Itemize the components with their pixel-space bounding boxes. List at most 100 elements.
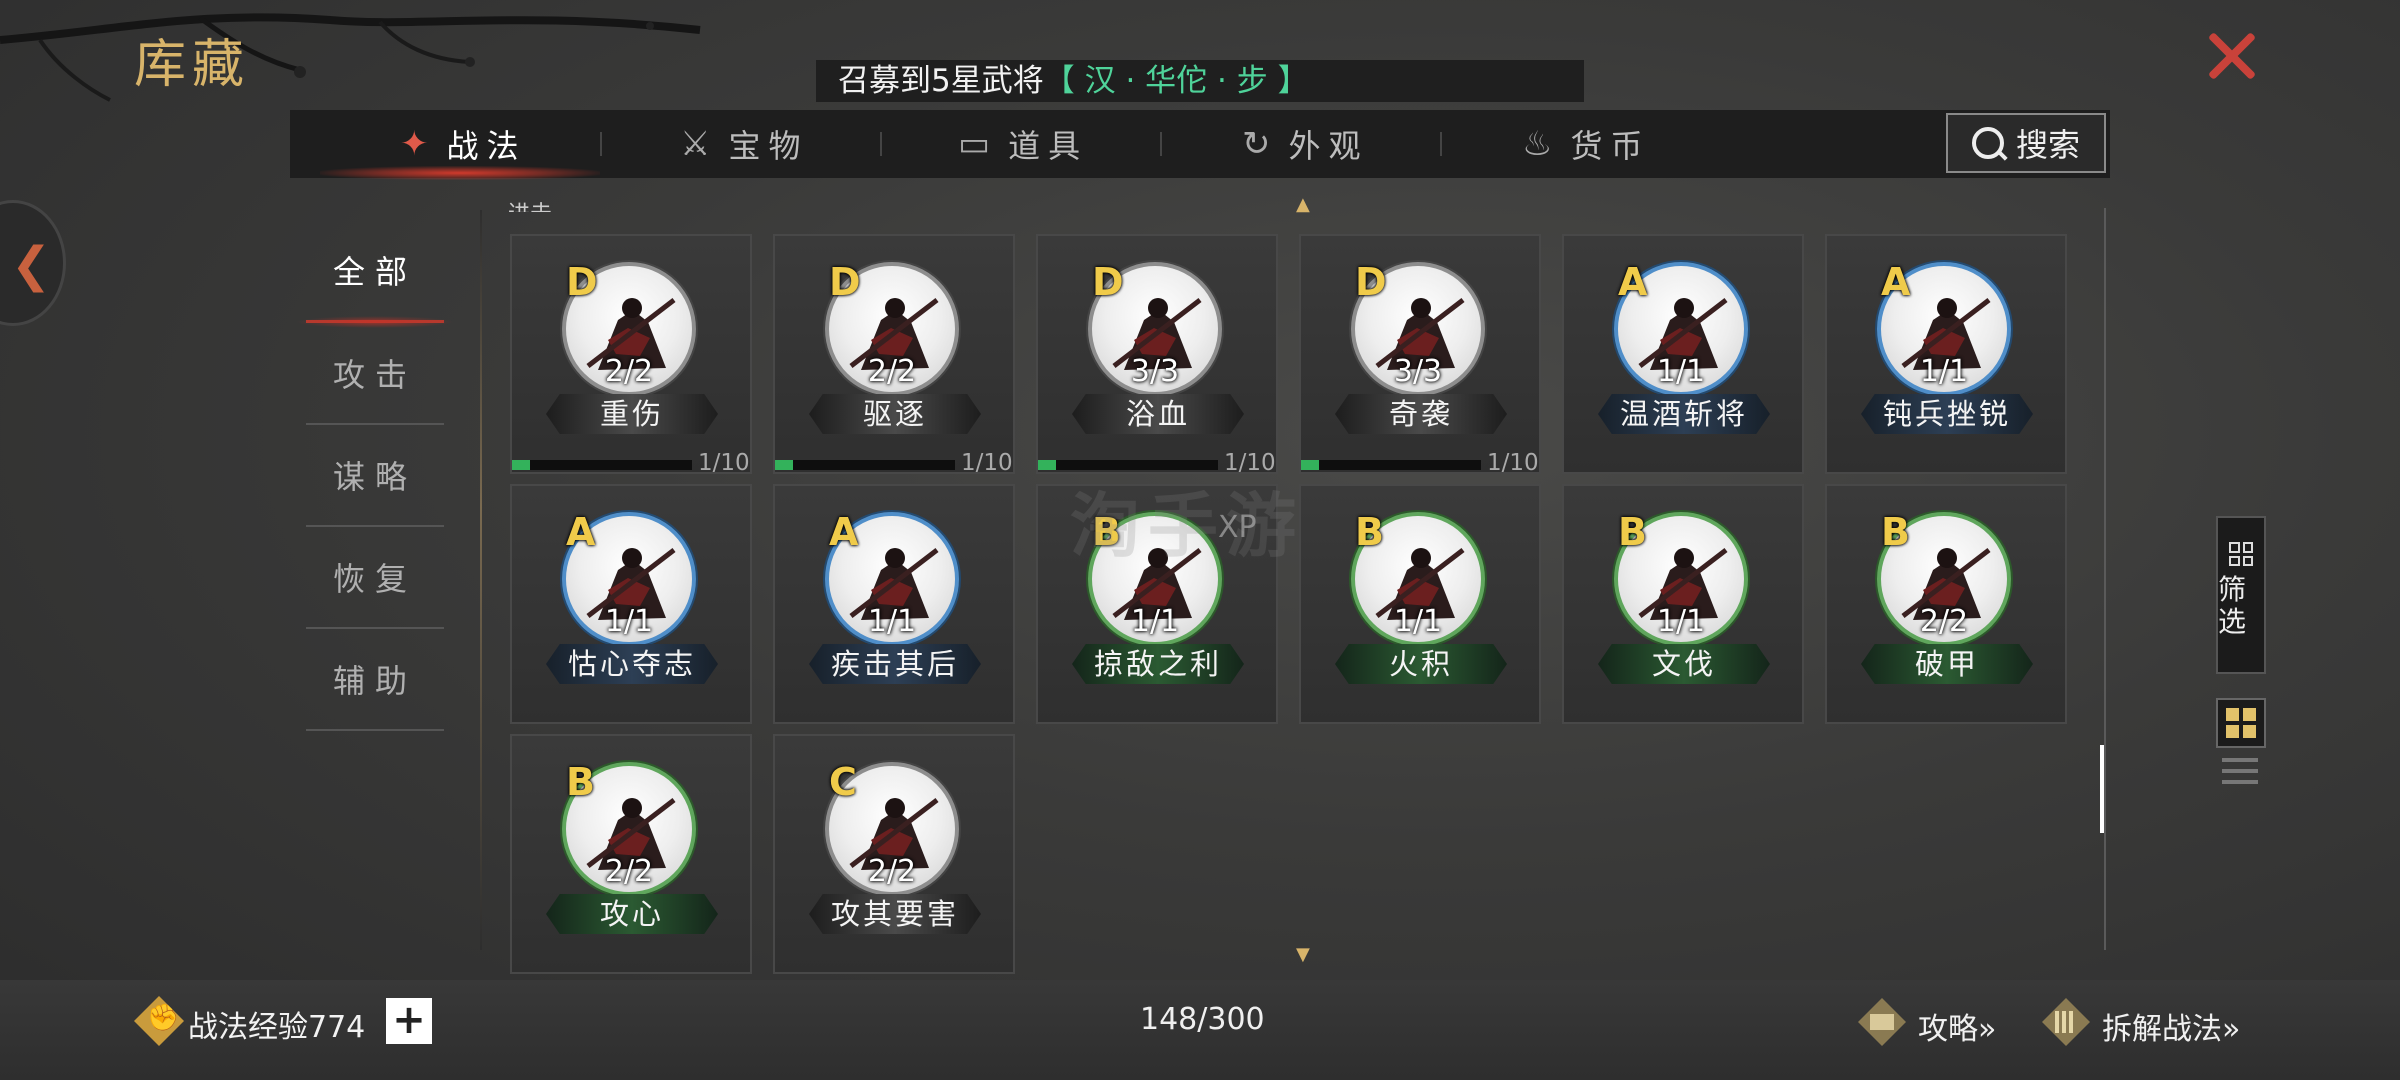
capacity-count: 148/300	[1140, 1002, 1265, 1037]
progress-fill	[1038, 460, 1056, 470]
tab-treasure[interactable]: ⚔ 宝物	[680, 110, 809, 178]
tactic-count: 2/2	[867, 854, 917, 889]
progress-bar	[1301, 460, 1481, 470]
tab-bar: ✦ 战法 ⚔ 宝物 ▭ 道具 ↻ 外观 ♨ 货币	[290, 110, 2110, 180]
progress-text: 1/10	[1487, 450, 1539, 476]
scroll-up-icon[interactable]: ▲	[1296, 194, 1310, 215]
tactic-card[interactable]: B 2/2 破甲	[1825, 484, 2067, 724]
tactic-card[interactable]: D 3/3 奇袭 1/10	[1299, 234, 1541, 476]
tab-label: 道具	[1008, 127, 1089, 165]
side-emblem-icon[interactable]: ❮	[0, 200, 66, 326]
list-view-icon[interactable]	[2222, 758, 2258, 794]
tab-label: 宝物	[728, 127, 809, 165]
tactic-count: 1/1	[1393, 604, 1443, 639]
category-all[interactable]: 全部	[296, 220, 454, 328]
grade-badge: D	[1092, 260, 1124, 304]
tactic-name: 奇袭	[1335, 394, 1507, 434]
tactic-count: 2/2	[604, 854, 654, 889]
tactic-name: 破甲	[1861, 644, 2033, 684]
tab-label: 外观	[1288, 127, 1369, 165]
category-recovery[interactable]: 恢复	[306, 527, 444, 629]
tactic-card[interactable]: A 1/1 怙心夺志	[510, 484, 752, 724]
tactic-card[interactable]: A 1/1 疾击其后	[773, 484, 1015, 724]
recruit-notice: 召募到5星武将【 汉 · 华佗 · 步 】	[816, 60, 1584, 102]
tactic-count: 2/2	[1919, 604, 1969, 639]
chest-icon: ▭	[958, 124, 999, 164]
tactic-card[interactable]: B 1/1 火积	[1299, 484, 1541, 724]
disassemble-link[interactable]: 拆解战法»	[2040, 998, 2241, 1052]
tactic-card[interactable]: D 3/3 浴血 1/10	[1036, 234, 1278, 476]
filter-label: 筛选	[2218, 573, 2247, 638]
tab-tactics[interactable]: ✦ 战法	[400, 110, 527, 178]
tab-divider	[880, 132, 882, 156]
tactic-count: 2/2	[867, 354, 917, 389]
grid-view-icon[interactable]	[2216, 698, 2266, 748]
filter-button[interactable]: 筛选	[2216, 516, 2266, 674]
tactic-card[interactable]: D 2/2 重伤 1/10	[510, 234, 752, 476]
tactic-count: 1/1	[604, 604, 654, 639]
progress-bar	[775, 460, 955, 470]
tactic-count: 1/1	[1656, 604, 1706, 639]
tactic-name: 驱逐	[809, 394, 981, 434]
grade-badge: D	[1355, 260, 1387, 304]
tab-appearance[interactable]: ↻ 外观	[1242, 110, 1369, 178]
tab-divider	[600, 132, 602, 156]
tab-divider	[1440, 132, 1442, 156]
grade-badge: A	[829, 510, 859, 554]
tactic-count: 1/1	[867, 604, 917, 639]
tactic-name: 浴血	[1072, 394, 1244, 434]
swirl-icon: ↻	[1242, 124, 1279, 164]
grade-badge: B	[1618, 510, 1647, 554]
grade-badge: A	[566, 510, 596, 554]
tactic-card[interactable]: A 1/1 温酒斩将	[1562, 234, 1804, 474]
money-bag-icon: ♨	[1522, 124, 1561, 164]
search-button[interactable]: 搜索	[1946, 113, 2106, 173]
tactic-card[interactable]: B 2/2 攻心	[510, 734, 752, 974]
tactic-card[interactable]: C 2/2 攻其要害	[773, 734, 1015, 974]
disassemble-label: 拆解战法»	[2102, 1012, 2241, 1047]
scroll-bundle-icon	[2042, 998, 2090, 1046]
tactic-count: 1/1	[1919, 354, 1969, 389]
page-title: 库藏	[134, 35, 251, 95]
tactic-name: 怙心夺志	[546, 644, 718, 684]
grade-badge: A	[1618, 260, 1648, 304]
progress-text: 1/10	[698, 450, 750, 476]
grade-badge: D	[829, 260, 861, 304]
tactic-name: 火积	[1335, 644, 1507, 684]
divider	[480, 210, 482, 950]
search-icon	[1971, 127, 2004, 159]
scrollbar-thumb[interactable]	[2100, 745, 2104, 833]
weapon-icon: ⚔	[680, 124, 719, 164]
tactic-name: 钝兵挫锐	[1861, 394, 2033, 434]
tactic-card[interactable]: A 1/1 钝兵挫锐	[1825, 234, 2067, 474]
tab-divider	[1160, 132, 1162, 156]
tactic-name: 重伤	[546, 394, 718, 434]
tab-items[interactable]: ▭ 道具	[958, 110, 1088, 178]
progress-fill	[512, 460, 530, 470]
tab-currency[interactable]: ♨ 货币	[1522, 110, 1651, 178]
book-icon	[1858, 998, 1906, 1046]
scroll-down-icon[interactable]: ▼	[1296, 944, 1310, 965]
category-attack[interactable]: 攻击	[306, 323, 444, 425]
watermark-xp: XP	[1218, 510, 1257, 545]
filter-icon	[2229, 542, 2253, 566]
progress-fill	[775, 460, 793, 470]
guide-link[interactable]: 攻略»	[1856, 998, 1997, 1052]
tactic-count: 1/1	[1656, 354, 1706, 389]
tab-label: 货币	[1570, 127, 1651, 165]
tactic-count: 3/3	[1393, 354, 1443, 389]
add-exp-button[interactable]: +	[386, 998, 432, 1044]
grade-badge: B	[1881, 510, 1910, 554]
guide-label: 攻略»	[1918, 1012, 1997, 1047]
category-strategy[interactable]: 谋略	[306, 425, 444, 527]
notice-highlight: 【 汉 · 华佗 · 步 】	[1043, 63, 1309, 99]
grade-badge: B	[566, 760, 595, 804]
tactic-name: 攻其要害	[809, 894, 981, 934]
category-list: 全部 攻击 谋略 恢复 辅助	[296, 220, 454, 731]
category-support[interactable]: 辅助	[306, 629, 444, 731]
grade-badge: A	[1881, 260, 1911, 304]
tab-label: 战法	[446, 127, 527, 165]
close-icon[interactable]	[2204, 28, 2260, 84]
tactic-card[interactable]: D 2/2 驱逐 1/10	[773, 234, 1015, 476]
tactic-card[interactable]: B 1/1 文伐	[1562, 484, 1804, 724]
